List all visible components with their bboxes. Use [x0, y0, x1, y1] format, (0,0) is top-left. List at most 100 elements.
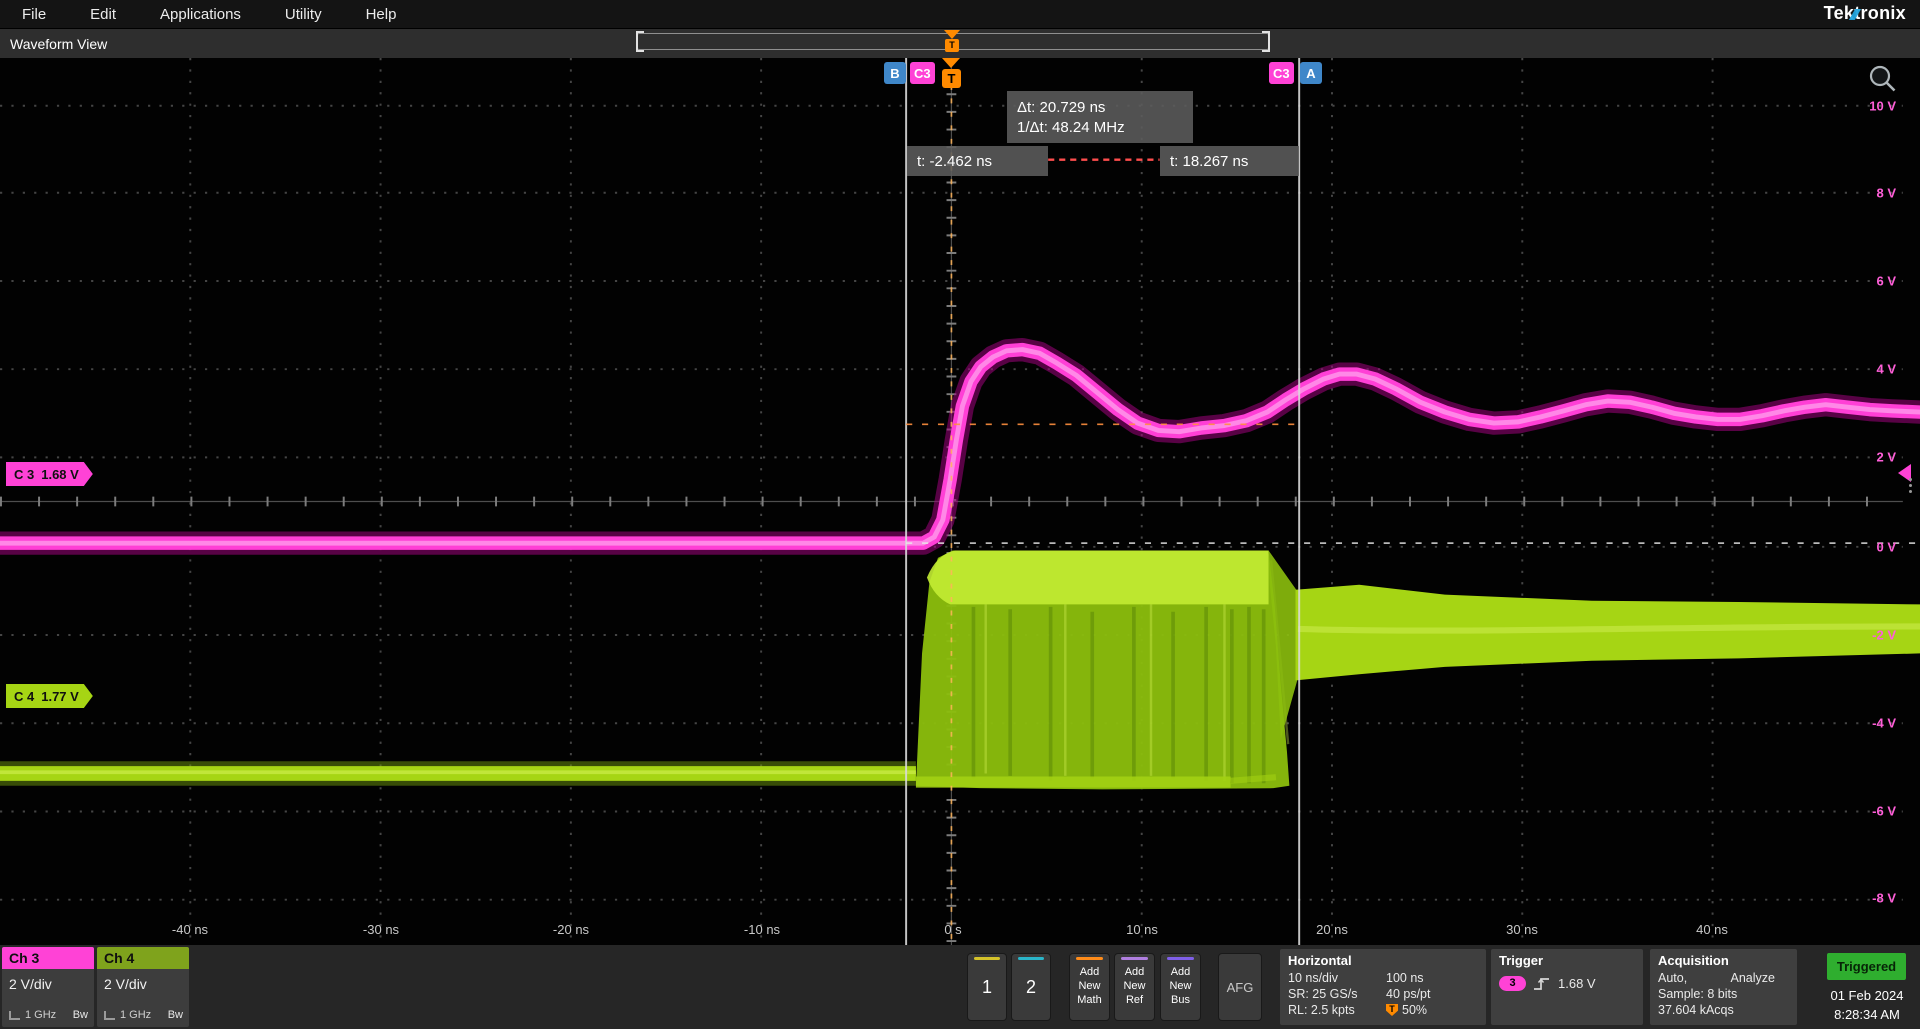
- ch4-bw-limit-badge: Bw: [168, 1009, 183, 1021]
- ch4-trace[interactable]: [0, 551, 1920, 790]
- waveform-canvas[interactable]: [0, 58, 1920, 945]
- ch3-bandwidth: 1 GHz: [25, 1009, 56, 1021]
- ch3-badge[interactable]: Ch 3 2 V/div 1 GHz Bw: [2, 947, 94, 1027]
- horizontal-scale: 10 ns/div: [1288, 971, 1386, 985]
- cursor-b-time-readout[interactable]: t: -2.462 ns: [907, 146, 1048, 176]
- ch3-bw-limit-badge: Bw: [73, 1009, 88, 1021]
- cursor-a-source-badge[interactable]: C3: [1269, 62, 1294, 84]
- ch3-trace[interactable]: [0, 350, 1920, 544]
- y-axis-label: -2 V: [1872, 628, 1896, 643]
- acquisition-mode: Auto,: [1658, 971, 1687, 985]
- time: 8:28:34 AM: [1813, 1006, 1920, 1025]
- acquisition-title: Acquisition: [1658, 953, 1789, 968]
- menu-applications[interactable]: Applications: [160, 6, 241, 23]
- x-axis-label: -40 ns: [172, 922, 208, 937]
- add-new-ref-button[interactable]: Add New Ref: [1114, 953, 1155, 1021]
- delta-t-value: Δt: 20.729 ns: [1017, 99, 1105, 116]
- cursor-delta-readout[interactable]: Δt: 20.729 ns 1/Δt: 48.24 MHz: [1007, 91, 1193, 143]
- ch3-level-marker[interactable]: C 3 1.68 V: [6, 462, 93, 486]
- acquisition-sample: Sample: 8 bits: [1658, 987, 1737, 1001]
- inverse-delta-t-value: 1/Δt: 48.24 MHz: [1017, 119, 1125, 136]
- x-axis-label: 30 ns: [1506, 922, 1538, 937]
- view-1-button[interactable]: 1: [967, 953, 1007, 1021]
- trigger-t-icon: T: [942, 69, 961, 88]
- y-axis-label: -4 V: [1872, 716, 1896, 731]
- x-axis-label: -20 ns: [553, 922, 589, 937]
- trigger-position-marker[interactable]: T: [940, 58, 962, 88]
- add-new-bus-button[interactable]: Add New Bus: [1160, 953, 1201, 1021]
- cursor-b-badge[interactable]: B: [884, 62, 906, 84]
- y-axis-label: -8 V: [1872, 891, 1896, 906]
- y-axis-label: 2 V: [1876, 450, 1896, 465]
- afg-label: AFG: [1227, 980, 1254, 995]
- x-axis-label: -30 ns: [363, 922, 399, 937]
- menu-utility[interactable]: Utility: [285, 6, 322, 23]
- trigger-t-icon: T: [945, 39, 959, 52]
- probe-icon: [104, 1011, 115, 1020]
- afg-button[interactable]: AFG: [1218, 953, 1262, 1021]
- x-axis-label: -10 ns: [744, 922, 780, 937]
- tektronix-logo: Tektronix: [1824, 3, 1906, 24]
- date: 01 Feb 2024: [1813, 987, 1920, 1006]
- x-axis-label: 40 ns: [1696, 922, 1728, 937]
- y-axis-label: 6 V: [1876, 274, 1896, 289]
- y-axis-label: 10 V: [1869, 99, 1896, 114]
- menu-edit[interactable]: Edit: [90, 6, 116, 23]
- record-length: RL: 2.5 kpts: [1288, 1003, 1386, 1017]
- math-color-stripe: [1076, 957, 1103, 960]
- add-new-ref-label: Add New Ref: [1117, 966, 1152, 1007]
- bottom-settings-bar: Ch 3 2 V/div 1 GHz Bw Ch 4 2 V/div 1 GHz…: [0, 945, 1920, 1029]
- resolution: 40 ps/pt: [1386, 987, 1430, 1001]
- y-axis-label: -6 V: [1872, 804, 1896, 819]
- trigger-status-badge: Triggered: [1827, 953, 1906, 980]
- trigger-arrow-icon: [944, 30, 960, 39]
- ch4-badge[interactable]: Ch 4 2 V/div 1 GHz Bw: [97, 947, 189, 1027]
- bus-color-stripe: [1167, 957, 1194, 960]
- scale-drag-handle[interactable]: [1909, 478, 1912, 481]
- view-1-color-stripe: [974, 957, 1000, 960]
- x-axis-label: 0 s: [944, 922, 961, 937]
- waveform-display[interactable]: B C3 T C3 A Δt: 20.729 ns 1/Δt: 48.24 MH…: [0, 58, 1920, 945]
- trigger-level: 1.68 V: [1558, 976, 1596, 991]
- ch3-level: 1.68 V: [41, 467, 79, 482]
- cursor-b-time: t: -2.462 ns: [917, 153, 992, 170]
- menu-help[interactable]: Help: [366, 6, 397, 23]
- ch4-badge-header: Ch 4: [97, 947, 189, 969]
- menu-file[interactable]: File: [22, 6, 46, 23]
- x-axis-label: 20 ns: [1316, 922, 1348, 937]
- add-new-math-button[interactable]: Add New Math: [1069, 953, 1110, 1021]
- minimap-trigger-marker[interactable]: T: [942, 30, 962, 54]
- ch4-scale: 2 V/div: [97, 969, 189, 992]
- trigger-title: Trigger: [1499, 953, 1635, 968]
- cursor-a-time: t: 18.267 ns: [1170, 153, 1248, 170]
- ch3-label: C 3: [14, 467, 34, 482]
- view-2-label: 2: [1026, 977, 1036, 998]
- zoom-glass-icon[interactable]: [1866, 63, 1900, 97]
- ch4-level-marker[interactable]: C 4 1.77 V: [6, 684, 93, 708]
- view-2-color-stripe: [1018, 957, 1044, 960]
- y-axis-label: 8 V: [1876, 186, 1896, 201]
- cursor-a-time-readout[interactable]: t: 18.267 ns: [1160, 146, 1299, 176]
- probe-icon: [9, 1011, 20, 1020]
- rising-edge-icon: [1533, 976, 1551, 991]
- add-new-bus-label: Add New Bus: [1163, 966, 1198, 1007]
- sample-rate: SR: 25 GS/s: [1288, 987, 1386, 1001]
- trigger-position-icon: T: [1386, 1004, 1398, 1016]
- ch3-scale: 2 V/div: [2, 969, 94, 992]
- date-time: 01 Feb 2024 8:28:34 AM: [1813, 987, 1920, 1025]
- y-axis-label: 0 V: [1876, 540, 1896, 555]
- acquisition-count: 37.604 kAcqs: [1658, 1003, 1734, 1017]
- acquisition-panel[interactable]: Acquisition Auto, Analyze Sample: 8 bits…: [1650, 949, 1797, 1025]
- horizontal-title: Horizontal: [1288, 953, 1478, 968]
- ch4-label: C 4: [14, 689, 34, 704]
- trigger-panel[interactable]: Trigger 3 1.68 V: [1491, 949, 1643, 1025]
- cursor-a-badge[interactable]: A: [1300, 62, 1322, 84]
- horizontal-span: 100 ns: [1386, 971, 1424, 985]
- ch4-bandwidth: 1 GHz: [120, 1009, 151, 1021]
- view-2-button[interactable]: 2: [1011, 953, 1051, 1021]
- acquisition-analyze: Analyze: [1731, 971, 1775, 985]
- horizontal-panel[interactable]: Horizontal 10 ns/div 100 ns SR: 25 GS/s …: [1280, 949, 1486, 1025]
- horizontal-position-minimap[interactable]: T: [637, 33, 1269, 50]
- cursor-b-source-badge[interactable]: C3: [910, 62, 935, 84]
- add-new-math-label: Add New Math: [1072, 966, 1107, 1007]
